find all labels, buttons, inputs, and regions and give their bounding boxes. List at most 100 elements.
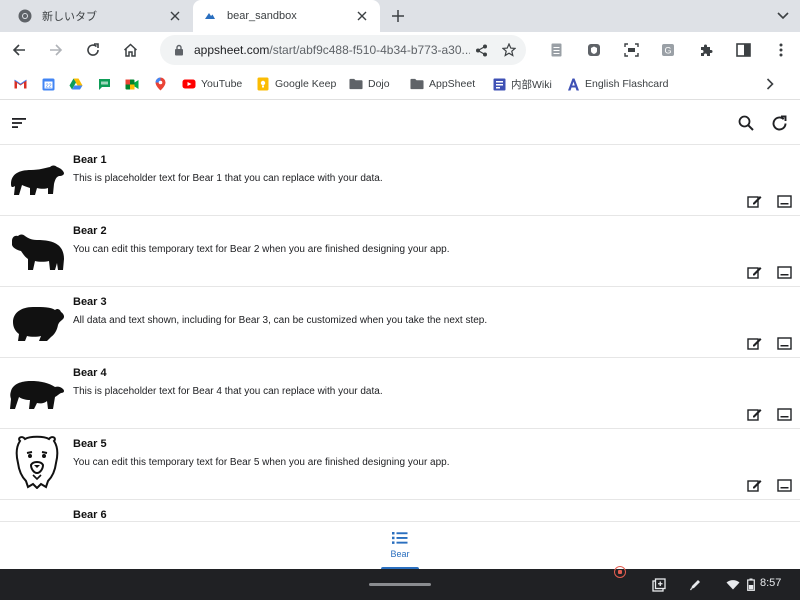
row-title: Bear 1 [73, 154, 107, 166]
row-title: Bear 2 [73, 225, 107, 237]
list-item[interactable]: Bear 4 This is placeholder text for Bear… [0, 358, 800, 429]
edit-icon[interactable] [746, 406, 762, 422]
row-description: All data and text shown, including for B… [73, 315, 488, 326]
list-icon [391, 530, 409, 546]
browser-toolbar: appsheet.com/start/abf9c488-f510-4b34-b7… [0, 32, 800, 68]
detail-view-icon[interactable] [776, 264, 792, 280]
detail-view-icon[interactable] [776, 335, 792, 351]
gmail-icon [13, 77, 27, 91]
tab-bear-sandbox[interactable]: bear_sandbox [193, 0, 380, 32]
row-description: This is placeholder text for Bear 4 that… [73, 386, 383, 397]
youtube-icon [182, 77, 196, 91]
bookmark-gmail[interactable] [13, 76, 32, 92]
edit-icon[interactable] [746, 193, 762, 209]
row-description: You can edit this temporary text for Bea… [73, 244, 450, 255]
extension-g-icon[interactable]: G [657, 39, 679, 61]
search-icon[interactable] [735, 112, 757, 134]
bear-polar-icon [8, 372, 66, 416]
reload-icon[interactable] [82, 39, 104, 61]
bear-side-icon [8, 301, 66, 345]
list-item[interactable]: Bear 2 You can edit this temporary text … [0, 216, 800, 287]
bookmarks-bar: 22 YouTube Google Keep Dojo AppSheet 内部W… [0, 68, 800, 100]
tab-title: bear_sandbox [227, 10, 297, 22]
detail-view-icon[interactable] [776, 477, 792, 493]
tab-search-chevron-icon[interactable] [772, 5, 794, 27]
list-item[interactable]: Bear 1 This is placeholder text for Bear… [0, 145, 800, 216]
tab-title: 新しいタブ [42, 11, 97, 23]
stylus-icon[interactable] [688, 577, 703, 592]
bookmark-internal-wiki[interactable]: 内部Wiki [492, 76, 552, 92]
close-tab-icon[interactable] [352, 6, 372, 26]
bookmark-chat[interactable] [97, 76, 116, 92]
drive-icon [69, 77, 83, 91]
detail-view-icon[interactable] [776, 193, 792, 209]
edit-icon[interactable] [746, 335, 762, 351]
bear-list: Bear 1 This is placeholder text for Bear… [0, 145, 800, 521]
row-title: Bear 4 [73, 367, 107, 379]
bookmark-youtube[interactable]: YouTube [182, 76, 242, 92]
list-item[interactable]: Bear 3 All data and text shown, includin… [0, 287, 800, 358]
nav-item-bear[interactable]: Bear [378, 530, 422, 570]
bookmark-maps[interactable] [153, 76, 172, 92]
bookmark-calendar[interactable]: 22 [41, 76, 60, 92]
side-panel-icon[interactable] [732, 39, 754, 61]
bear-standing-icon [8, 230, 66, 274]
bookmarks-overflow-chevron-icon[interactable] [762, 76, 778, 92]
screen-record-icon[interactable] [614, 566, 626, 578]
list-item[interactable]: Bear 5 You can edit this temporary text … [0, 429, 800, 500]
clipboard-add-icon[interactable] [651, 577, 666, 592]
home-icon[interactable] [119, 39, 141, 61]
menu-icon[interactable] [8, 112, 30, 134]
svg-text:G: G [664, 46, 671, 56]
bookmark-drive[interactable] [69, 76, 88, 92]
bookmark-label: 内部Wiki [511, 78, 552, 91]
url-path: /start/abf9c488-f510-4b34-b773-a30... [269, 43, 470, 57]
bear-face-icon [8, 435, 66, 489]
sync-icon[interactable] [768, 112, 790, 134]
home-gesture-bar[interactable] [369, 583, 431, 586]
screenshot-icon[interactable] [620, 39, 642, 61]
extensions-puzzle-icon[interactable] [695, 39, 717, 61]
forward-icon[interactable] [45, 39, 67, 61]
bookmark-label: YouTube [201, 78, 243, 90]
close-tab-icon[interactable] [165, 6, 185, 26]
bookmark-appsheet[interactable]: AppSheet [410, 76, 475, 92]
bear-partial-icon [8, 504, 66, 521]
row-description: This is placeholder text for Bear 1 that… [73, 173, 383, 184]
edit-icon[interactable] [746, 477, 762, 493]
extension-sheets-icon[interactable] [545, 39, 567, 61]
address-bar[interactable]: appsheet.com/start/abf9c488-f510-4b34-b7… [160, 35, 526, 65]
wiki-icon [492, 77, 506, 91]
bookmark-meet[interactable] [125, 76, 144, 92]
bookmark-dojo[interactable]: Dojo [349, 76, 390, 92]
back-icon[interactable] [8, 39, 30, 61]
extension-shield-icon[interactable] [583, 39, 605, 61]
row-description: You can edit this temporary text for Bea… [73, 457, 450, 468]
row-title: Bear 3 [73, 296, 107, 308]
detail-view-icon[interactable] [776, 406, 792, 422]
wifi-icon[interactable] [725, 577, 740, 592]
os-shelf: 8:57 [0, 566, 800, 600]
battery-icon[interactable] [743, 577, 758, 592]
bookmark-label: English Flashcard [585, 78, 669, 90]
edit-icon[interactable] [746, 264, 762, 280]
new-tab-icon[interactable] [387, 5, 409, 27]
appsheet-icon [203, 9, 217, 23]
tab-strip: 新しいタブ bear_sandbox [0, 0, 800, 32]
kebab-menu-icon[interactable] [770, 39, 792, 61]
tab-new-tab[interactable]: 新しいタブ [8, 0, 193, 32]
bookmark-english-flashcard[interactable]: English Flashcard [566, 76, 668, 92]
bookmark-label: AppSheet [429, 78, 476, 90]
chrome-icon [18, 9, 32, 23]
url-text: appsheet.com/start/abf9c488-f510-4b34-b7… [194, 43, 470, 57]
lock-icon[interactable] [172, 43, 186, 57]
clock-time[interactable]: 8:57 [760, 577, 781, 589]
list-item[interactable]: Bear 6 [0, 500, 800, 521]
folder-icon [410, 77, 424, 91]
share-icon[interactable] [470, 39, 492, 61]
row-title: Bear 5 [73, 438, 107, 450]
bookmark-label: Dojo [368, 78, 390, 90]
bookmark-star-icon[interactable] [498, 39, 520, 61]
bottom-nav: Bear [0, 521, 800, 570]
bookmark-google-keep[interactable]: Google Keep [256, 76, 336, 92]
